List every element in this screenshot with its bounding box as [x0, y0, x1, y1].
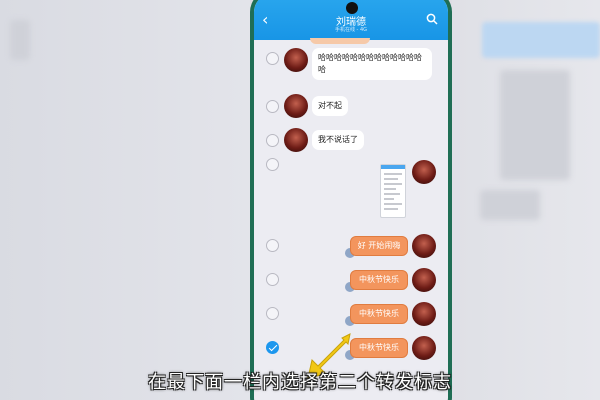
message-bubble: 哈哈哈哈哈哈哈哈哈哈哈哈哈哈 [312, 48, 432, 80]
avatar [412, 268, 436, 292]
sticker-text: 中秋节快乐 [359, 309, 399, 318]
sticker-message: 好 开始闹嗨 [345, 236, 408, 258]
avatar [412, 302, 436, 326]
avatar [412, 336, 436, 360]
select-checkbox[interactable] [266, 239, 279, 252]
message-row[interactable]: 中秋节快乐 [254, 302, 448, 328]
search-icon[interactable] [426, 13, 438, 25]
select-checkbox[interactable] [266, 52, 279, 65]
select-checkbox[interactable] [266, 307, 279, 320]
instruction-caption: 在最下面一栏内选择第二个转发标志 [148, 372, 452, 393]
select-checkbox-checked[interactable] [266, 341, 279, 354]
background-blob [480, 190, 540, 220]
message-row[interactable]: 哈哈哈哈哈哈哈哈哈哈哈哈哈哈 [254, 48, 448, 82]
sticker-message: 中秋节快乐 [345, 304, 408, 326]
sticker-text: 中秋节快乐 [359, 275, 399, 284]
sticker-text: 好 开始闹嗨 [357, 241, 401, 250]
background-blue-panel [482, 22, 600, 58]
background-blob [10, 20, 30, 60]
chat-subtitle: 手机在线 - 4G [334, 27, 368, 33]
message-row[interactable]: 我不说话了 [254, 128, 448, 152]
previous-message-bubble [310, 38, 370, 44]
image-message-thumbnail[interactable] [380, 164, 406, 218]
select-checkbox[interactable] [266, 100, 279, 113]
message-row[interactable]: 对不起 [254, 94, 448, 118]
background-left [0, 0, 250, 400]
sticker-message: 中秋节快乐 [345, 270, 408, 292]
sticker-text: 中秋节快乐 [359, 343, 399, 352]
message-bubble: 我不说话了 [312, 130, 364, 150]
message-row[interactable] [254, 154, 448, 224]
chat-header: ‹ 刘瑞德 手机在线 - 4G [254, 0, 448, 40]
message-row[interactable]: 中秋节快乐 [254, 268, 448, 294]
background-blob [500, 70, 570, 180]
message-row[interactable]: 好 开始闹嗨 [254, 234, 448, 260]
avatar [412, 234, 436, 258]
avatar [412, 160, 436, 184]
avatar [284, 128, 308, 152]
avatar [284, 48, 308, 72]
avatar [284, 94, 308, 118]
message-bubble: 对不起 [312, 96, 348, 116]
select-checkbox[interactable] [266, 158, 279, 171]
select-checkbox[interactable] [266, 273, 279, 286]
sticker-message: 中秋节快乐 [345, 338, 408, 360]
select-checkbox[interactable] [266, 134, 279, 147]
